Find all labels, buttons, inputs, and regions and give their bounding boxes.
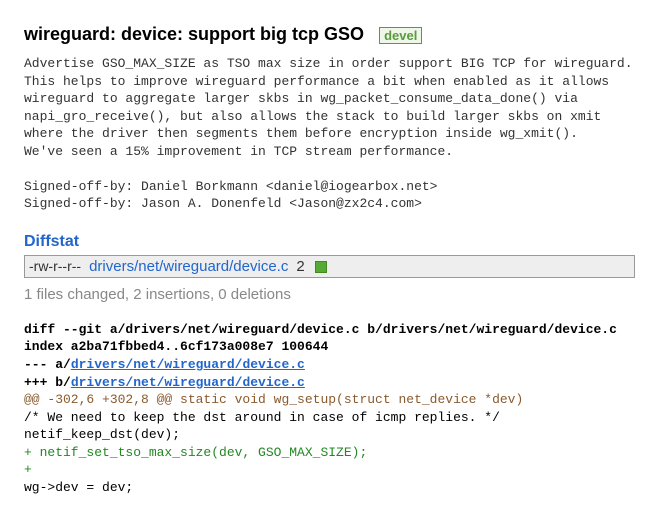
file-mode: -rw-r--r--	[25, 255, 86, 277]
diff-context-line: netif_keep_dst(dev);	[24, 426, 635, 444]
diff-context-line: /* We need to keep the dst around in cas…	[24, 409, 635, 427]
diff-line: +++ b/drivers/net/wireguard/device.c	[24, 374, 635, 392]
file-cell: drivers/net/wireguard/device.c	[85, 255, 292, 277]
insertion-bar-icon	[315, 261, 327, 273]
old-file-link[interactable]: drivers/net/wireguard/device.c	[71, 357, 305, 372]
diff-body: diff --git a/drivers/net/wireguard/devic…	[24, 321, 635, 496]
diff-context-line: wg->dev = dev;	[24, 479, 635, 497]
page-title: wireguard: device: support big tcp GSO d…	[24, 24, 635, 45]
hunk-header: @@ -302,6 +302,8 @@ static void wg_setup…	[24, 391, 635, 409]
commit-message: Advertise GSO_MAX_SIZE as TSO max size i…	[24, 55, 635, 213]
diffstat-table: -rw-r--r-- drivers/net/wireguard/device.…	[24, 255, 635, 278]
diff-line: --- a/drivers/net/wireguard/device.c	[24, 356, 635, 374]
diff-add-line: + netif_set_tso_max_size(dev, GSO_MAX_SI…	[24, 444, 635, 462]
new-file-link[interactable]: drivers/net/wireguard/device.c	[71, 375, 305, 390]
diffstat-summary: 1 files changed, 2 insertions, 0 deletio…	[24, 286, 635, 303]
diffstat-heading: Diffstat	[24, 233, 635, 251]
file-link[interactable]: drivers/net/wireguard/device.c	[89, 258, 288, 275]
diff-line: index a2ba71fbbed4..6cf173a008e7 100644	[24, 338, 635, 356]
commit-title: wireguard: device: support big tcp GSO	[24, 24, 364, 44]
table-row: -rw-r--r-- drivers/net/wireguard/device.…	[25, 255, 635, 277]
diff-line: diff --git a/drivers/net/wireguard/devic…	[24, 321, 635, 339]
changes-bar	[309, 255, 635, 277]
file-changes-count: 2	[292, 255, 308, 277]
branch-tag[interactable]: devel	[379, 27, 422, 44]
diff-add-line: +	[24, 461, 635, 479]
